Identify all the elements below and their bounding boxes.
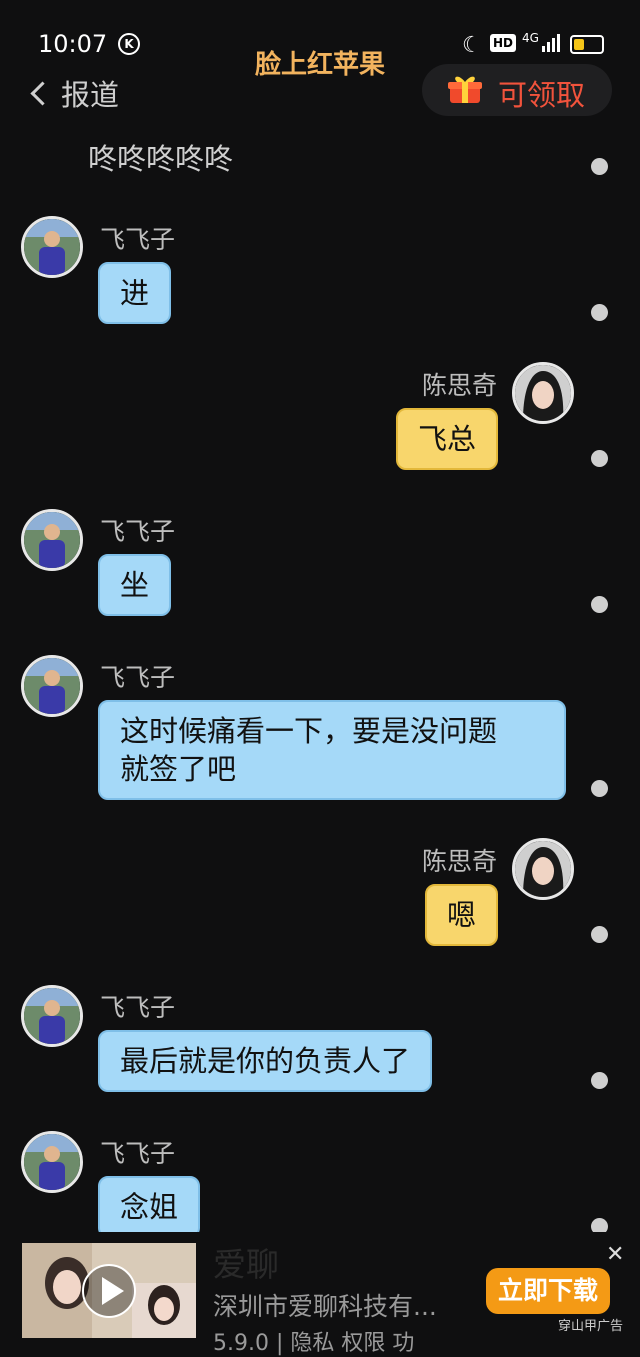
message-bubble[interactable]: 这时候痛看一下，要是没问题 就签了吧 [98,700,566,800]
message-status-dot [591,926,608,943]
avatar-feifeizi[interactable] [21,985,83,1047]
claim-label: 可领取 [498,78,586,112]
avatar-feifeizi[interactable] [21,509,83,571]
avatar-feifeizi[interactable] [21,1131,83,1193]
sender-name: 飞飞子 [100,663,176,692]
sender-name: 飞飞子 [100,517,176,546]
avatar-feifeizi[interactable] [21,655,83,717]
sender-name: 陈思奇 [421,847,497,876]
ad-meta: 5.9.0 | 隐私 权限 功 [213,1331,415,1356]
message-bubble[interactable]: 嗯 [424,884,498,946]
message-status-dot [591,158,608,175]
avatar-feifeizi[interactable] [21,216,83,278]
message-status-dot [591,1072,608,1089]
message-bubble[interactable]: 飞总 [395,408,498,470]
gift-icon [448,76,482,103]
sender-name: 陈思奇 [421,371,497,400]
back-button[interactable]: 报道 [30,72,120,114]
avatar-chensiqi[interactable] [512,362,574,424]
message-bubble[interactable]: 坐 [98,554,172,616]
message-bubble[interactable]: 进 [98,262,172,324]
ad-title: 爱聊 [213,1245,279,1284]
close-icon[interactable]: ✕ [606,1242,624,1267]
ad-thumbnail[interactable] [22,1243,196,1338]
chevron-left-icon [30,80,55,106]
ad-subtitle: 深圳市爱聊科技有... [213,1292,437,1321]
message-bubble[interactable]: 最后就是你的负责人了 [98,1030,433,1092]
message-status-dot [591,304,608,321]
sender-name: 飞飞子 [100,1139,176,1168]
avatar-chensiqi[interactable] [512,838,574,900]
message-status-dot [591,596,608,613]
message-bubble[interactable]: 念姐 [98,1176,201,1238]
claim-reward-button[interactable]: 可领取 [422,64,612,116]
back-label: 报道 [61,78,120,112]
sender-name: 飞飞子 [100,993,176,1022]
ad-tag: 穿山甲广告 [558,1319,624,1334]
ad-banner[interactable]: 爱聊 深圳市爱聊科技有... 5.9.0 | 隐私 权限 功 ✕ 立即下载 穿山… [0,1232,640,1356]
message-line: 这时候痛看一下，要是没问题 [120,714,498,748]
download-button[interactable]: 立即下载 [486,1268,610,1314]
message-line: 就签了吧 [120,752,237,786]
top-message-text: 咚咚咚咚咚 [88,142,234,176]
sender-name: 飞飞子 [100,225,176,254]
message-status-dot [591,780,608,797]
network-type: 4G [522,31,539,45]
message-status-dot [591,450,608,467]
